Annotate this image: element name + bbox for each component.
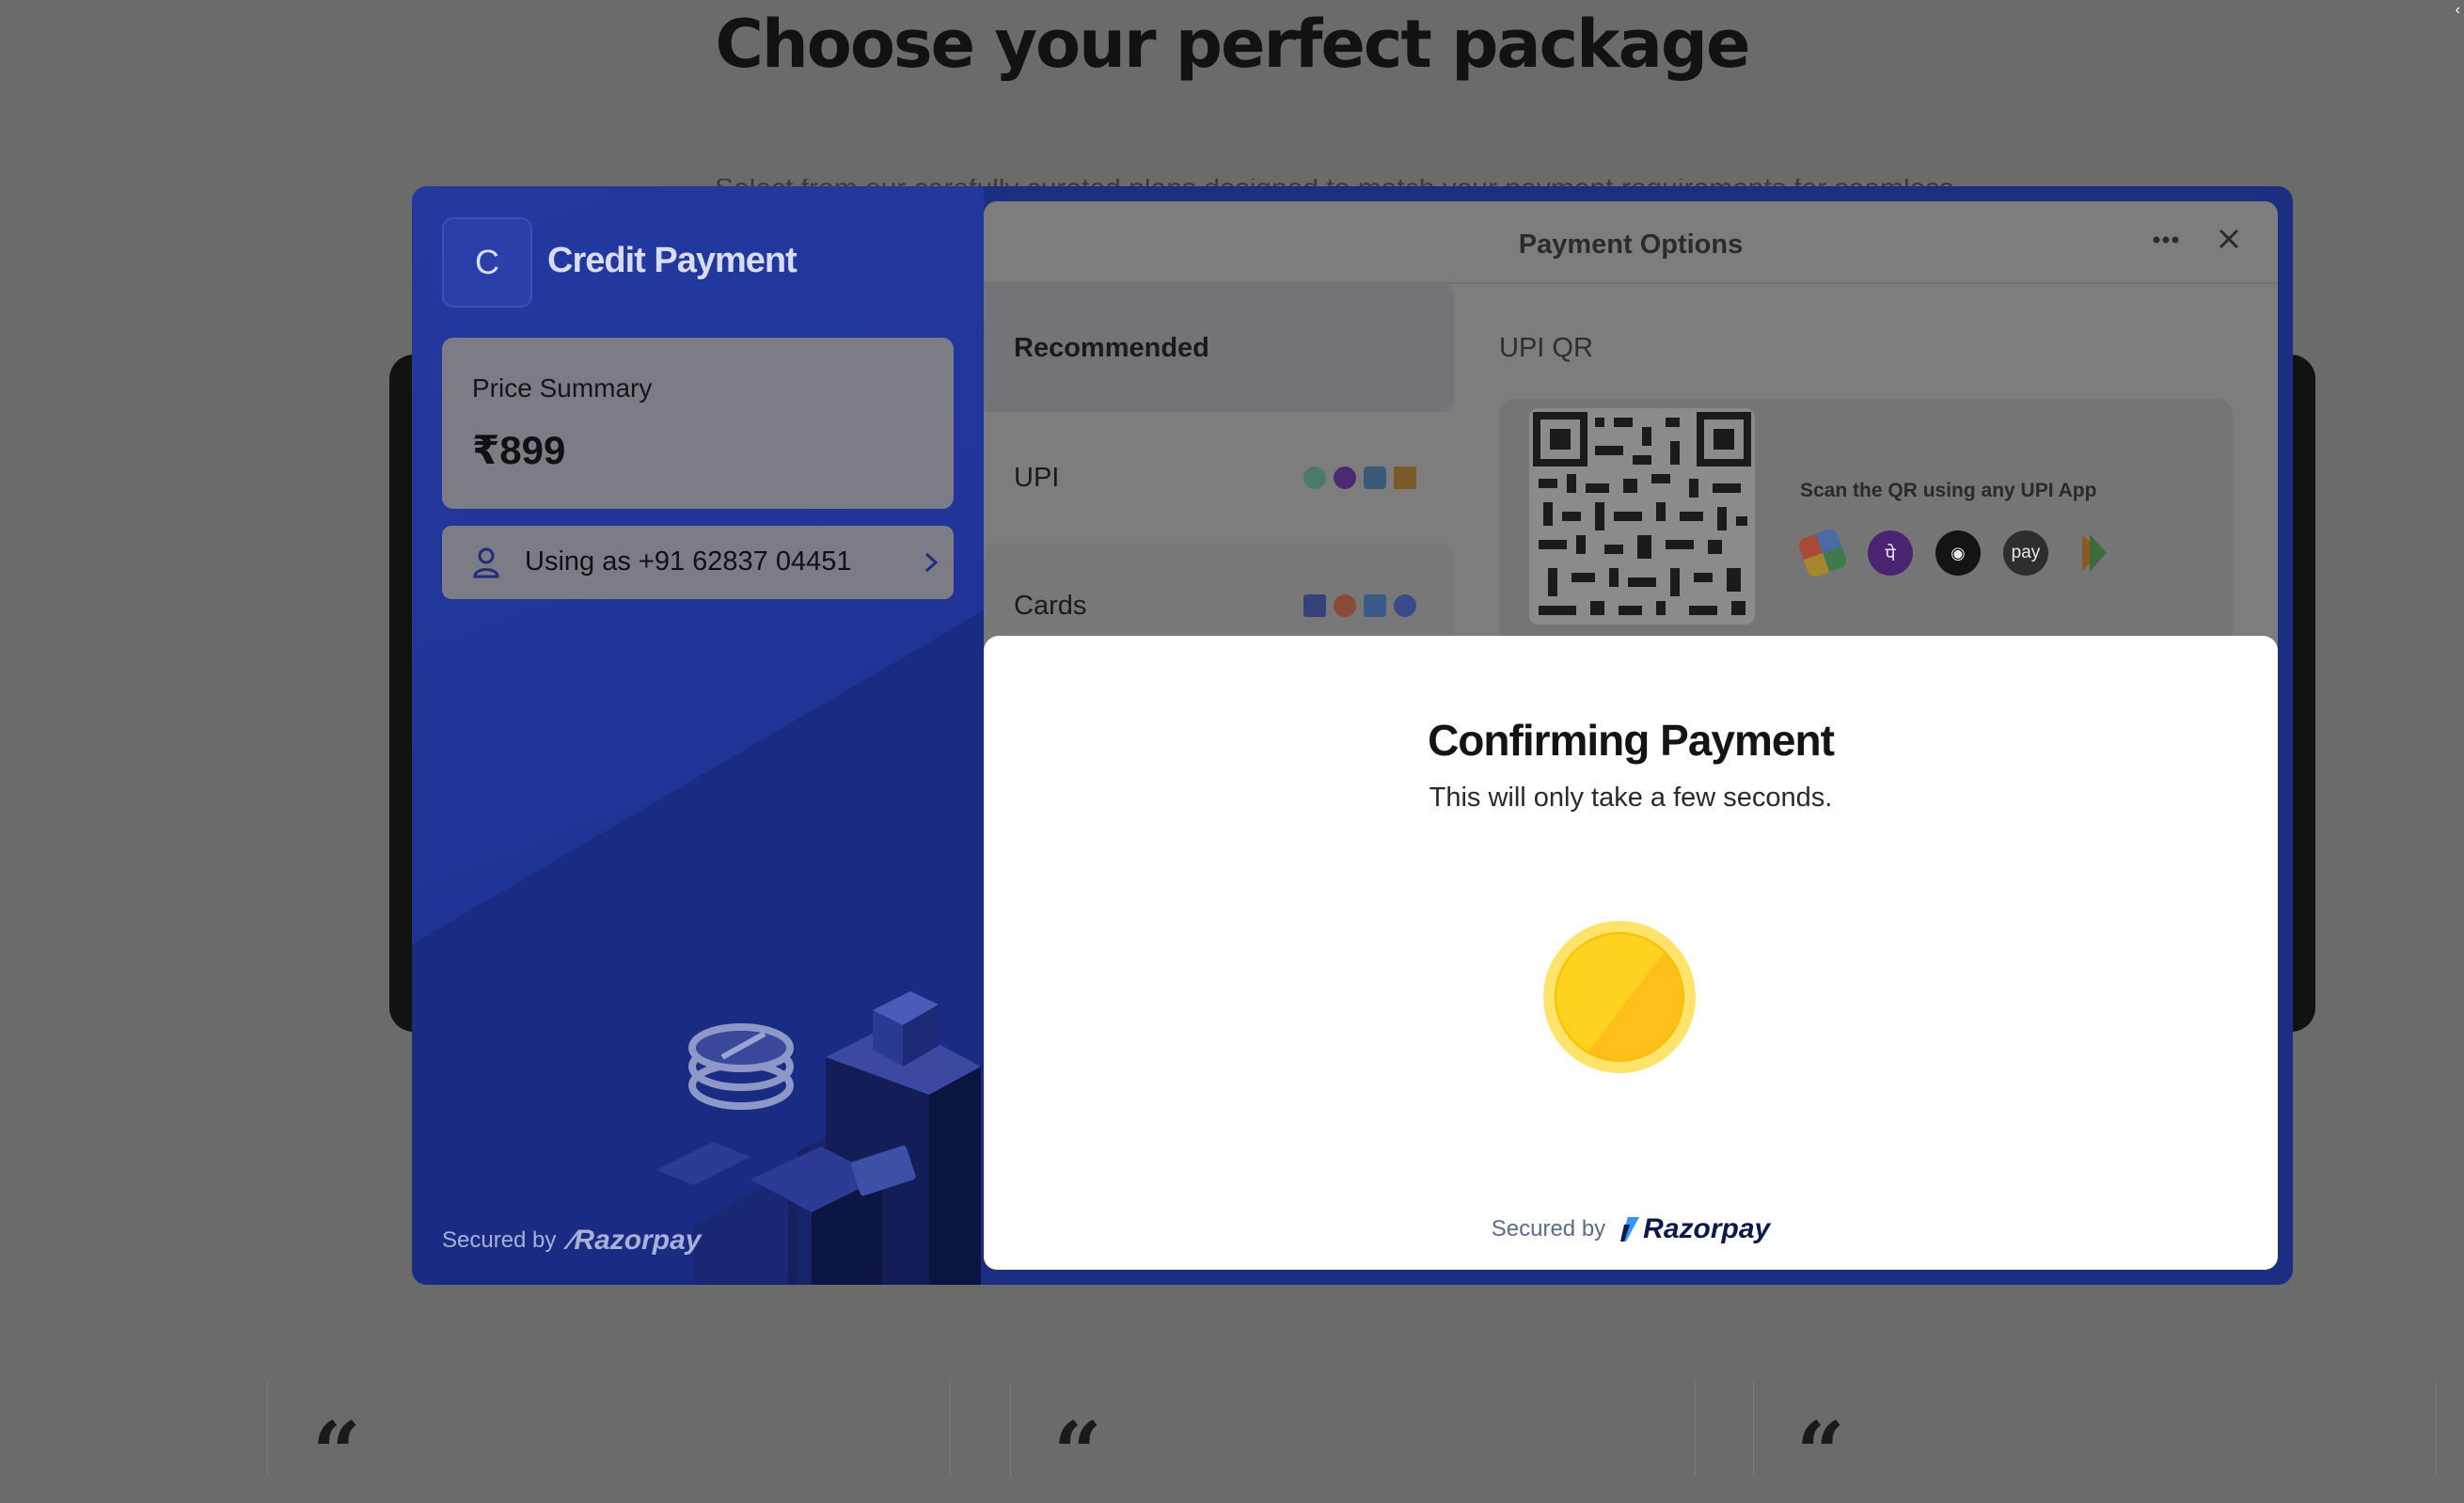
quote-icon: “ [1796,1403,1845,1503]
testimonial-divider [1753,1381,1754,1477]
upi-qr-label: UPI QR [1499,333,1593,363]
secured-by-label: Secured by [442,1227,557,1253]
qr-code [1529,408,1755,625]
checkout-modal: C Credit Payment Price Summary ₹899 Usin… [412,186,2293,1285]
secured-by-razorpay: Secured by ⁄Razorpay [442,1225,701,1257]
method-label: Recommended [1014,333,1209,363]
razorpay-logo: ⁄Razorpay [569,1225,702,1256]
paytm-icon [1364,467,1386,489]
gpay-icon [1796,527,1849,579]
phonepe-icon [1334,467,1356,489]
testimonial-divider [2436,1381,2437,1477]
testimonial-divider [950,1381,951,1477]
price-summary-card: Price Summary ₹899 [442,338,954,509]
confirming-payment-overlay: Confirming Payment This will only take a… [984,636,2278,1270]
user-contact-button[interactable]: Using as +91 62837 04451 [442,526,954,599]
confirming-title: Confirming Payment [1428,716,1835,765]
quote-icon: “ [1053,1403,1102,1503]
chevron-left-icon: ‹ [2455,2,2460,18]
user-contact-label: Using as +91 62837 04451 [525,546,852,577]
method-recommended[interactable]: Recommended [984,284,1454,412]
page-title: Choose your perfect package [715,6,1751,83]
upi-apps: पे ◉ pay [1796,527,2116,579]
method-upi[interactable]: UPI [984,414,1454,542]
payment-options-title: Payment Options [1518,229,1744,260]
cred-icon: ◉ [1935,530,1981,576]
visa-icon [1303,594,1326,617]
razorpay-mark-icon [1620,1217,1640,1242]
testimonial-divider [1010,1381,1011,1477]
rupay-icon [1364,594,1386,617]
secured-by-razorpay: Secured by Razorpay [984,1213,2278,1245]
phonepe-icon: पे [1868,530,1913,576]
price-amount: ₹899 [472,428,566,472]
testimonial-divider [1695,1381,1696,1477]
qr-hint: Scan the QR using any UPI App [1800,480,2097,501]
testimonial-divider [267,1381,268,1477]
user-icon [473,547,499,578]
merchant-logo: C [442,217,532,308]
secured-by-label: Secured by [1491,1216,1606,1242]
razorpay-logo: Razorpay [1620,1213,1770,1245]
coin-loader-icon [1543,921,1696,1073]
close-icon[interactable] [2218,228,2240,250]
more-options-icon[interactable] [2152,235,2180,245]
chevron-right-icon [924,552,939,573]
bhim-icon [2082,534,2107,572]
gpay-icon [1303,467,1326,489]
method-label: UPI [1014,463,1060,493]
maestro-icon [1394,594,1416,617]
merchant-name: Credit Payment [547,241,798,280]
upi-qr-card: Scan the QR using any UPI App पे ◉ pay [1499,399,2233,643]
bhim-icon [1394,467,1416,489]
mastercard-icon [1334,594,1356,617]
price-summary-label: Price Summary [472,373,653,403]
checkout-summary-panel: C Credit Payment Price Summary ₹899 Usin… [412,186,984,1285]
payment-options-panel: Payment Options Recommended UPI Cards UP… [984,201,2278,1270]
payment-options-header: Payment Options [984,201,2278,284]
method-label: Cards [1014,591,1087,621]
confirming-subtitle: This will only take a few seconds. [1429,783,1833,813]
amazon-pay-icon: pay [2003,530,2048,576]
quote-icon: “ [312,1403,361,1503]
city-illustration [656,991,981,1285]
